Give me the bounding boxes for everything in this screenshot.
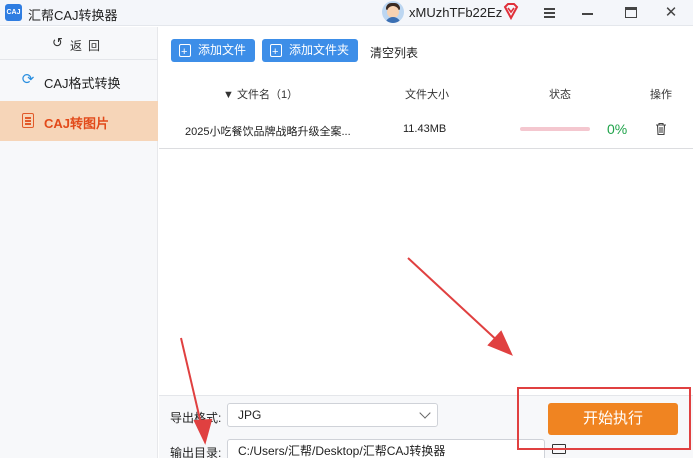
vip-diamond-icon[interactable] <box>503 2 519 20</box>
sidebar-item-caj-to-image[interactable]: CAJ转图片 <box>0 101 158 141</box>
column-status: 状态 <box>549 89 571 101</box>
clear-list-button[interactable]: 清空列表 <box>370 44 418 61</box>
column-action: 操作 <box>650 89 672 101</box>
output-dir-field[interactable]: C:/Users/汇帮/Desktop/汇帮CAJ转换器 <box>227 439 545 458</box>
add-file-button[interactable]: 添加文件 <box>171 39 256 64</box>
menu-icon[interactable] <box>529 0 569 26</box>
export-format-value: JPG <box>238 408 262 422</box>
back-label: 返回 <box>70 39 107 53</box>
minimize-icon[interactable] <box>568 0 608 26</box>
refresh-icon: ⟳ <box>21 71 35 88</box>
progress-bar <box>520 127 590 131</box>
back-button[interactable]: ↺ 返回 <box>0 27 158 60</box>
app-title: 汇帮CAJ转换器 <box>28 8 118 23</box>
user-avatar[interactable] <box>382 1 404 23</box>
sidebar: ↺ 返回 ⟳ CAJ格式转换 CAJ转图片 <box>0 27 158 458</box>
progress-percent: 0% <box>607 121 628 137</box>
maximize-icon[interactable] <box>612 0 652 26</box>
output-dir-label: 输出目录: <box>170 446 222 458</box>
sidebar-item-caj-format-convert[interactable]: ⟳ CAJ格式转换 <box>0 61 158 101</box>
document-icon <box>22 113 34 128</box>
sidebar-item-label: CAJ转图片 <box>44 116 110 131</box>
add-folder-icon <box>270 41 282 64</box>
column-size: 文件大小 <box>405 89 449 101</box>
back-arrow-icon: ↺ <box>52 35 63 50</box>
app-logo-icon: CAJ <box>5 4 22 21</box>
sidebar-item-label: CAJ格式转换 <box>44 76 121 91</box>
file-name: 2025小吃餐饮品牌战略升级全案... <box>185 126 351 138</box>
title-bar: CAJ 汇帮CAJ转换器 xMUzhTFb22Ez ✕ <box>0 0 693 26</box>
username[interactable]: xMUzhTFb22Ez <box>409 5 502 20</box>
export-format-label: 导出格式: <box>170 411 222 425</box>
table-header: ▼ 文件名（1） 文件大小 状态 操作 <box>159 81 693 105</box>
toolbar: 添加文件 添加文件夹 清空列表 <box>159 27 693 73</box>
table-row[interactable]: 2025小吃餐饮品牌战略升级全案... 11.43MB 0% <box>159 115 693 149</box>
trash-icon[interactable] <box>656 123 666 135</box>
chevron-down-icon <box>419 407 431 419</box>
export-format-select[interactable]: JPG <box>227 403 438 427</box>
highlight-box <box>517 387 691 450</box>
add-file-icon <box>179 41 191 64</box>
add-folder-button[interactable]: 添加文件夹 <box>262 39 359 64</box>
add-folder-label: 添加文件夹 <box>289 43 350 57</box>
close-icon[interactable]: ✕ <box>651 0 691 26</box>
add-file-label: 添加文件 <box>198 43 247 57</box>
output-dir-value: C:/Users/汇帮/Desktop/汇帮CAJ转换器 <box>238 444 446 458</box>
column-filename[interactable]: ▼ 文件名（1） <box>223 86 298 102</box>
file-size: 11.43MB <box>403 123 447 135</box>
